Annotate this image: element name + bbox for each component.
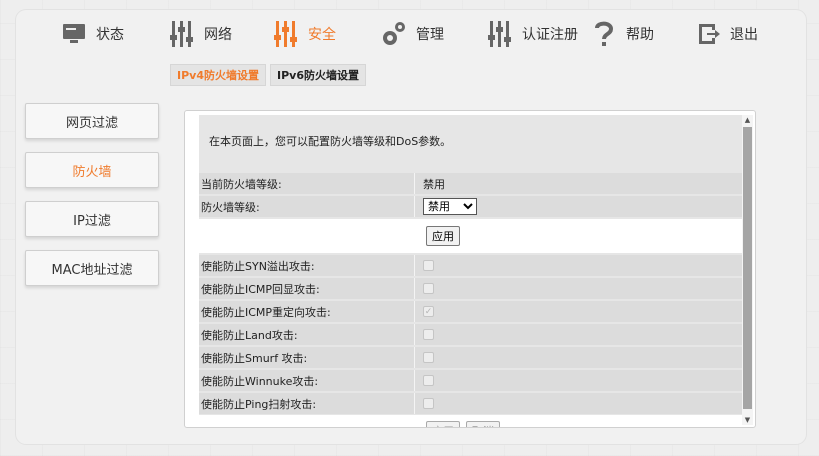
gears-icon bbox=[380, 19, 408, 49]
dos-option-row: 使能防止ICMP重定向攻击: ✓ bbox=[199, 301, 743, 322]
apply-button[interactable]: 应用 bbox=[426, 226, 460, 246]
level-label: 防火墙等级: bbox=[201, 196, 415, 217]
nav-manage-label: 管理 bbox=[416, 27, 444, 43]
dos-option-checkbox[interactable] bbox=[423, 398, 434, 409]
dos-option-row: 使能防止Smurf 攻击: bbox=[199, 347, 743, 368]
dos-option-checkbox[interactable] bbox=[423, 352, 434, 363]
bottom-apply-button[interactable]: 应用 bbox=[426, 421, 460, 427]
nav-auth[interactable]: 认证注册 bbox=[486, 14, 578, 54]
nav-logout[interactable]: 退出 bbox=[694, 14, 758, 54]
scroll-down-icon[interactable]: ▼ bbox=[743, 415, 752, 425]
nav-network[interactable]: 网络 bbox=[168, 14, 232, 54]
dos-option-checkbox[interactable] bbox=[423, 283, 434, 294]
dos-option-label: 使能防止Winnuke攻击: bbox=[201, 370, 415, 391]
nav-logout-label: 退出 bbox=[730, 27, 758, 43]
sidebar-item-ip-filter[interactable]: IP过滤 bbox=[25, 201, 159, 237]
dos-option-label: 使能防止ICMP重定向攻击: bbox=[201, 301, 415, 322]
sidebar-item-firewall[interactable]: 防火墙 bbox=[25, 152, 159, 188]
bottom-button-row: 应用 取消 bbox=[199, 415, 743, 427]
dos-option-label: 使能防止SYN溢出攻击: bbox=[201, 255, 415, 276]
nav-help[interactable]: 帮助 bbox=[590, 14, 654, 54]
bottom-cancel-button[interactable]: 取消 bbox=[466, 421, 500, 427]
apply-row: 应用 bbox=[199, 219, 743, 253]
dos-option-checkbox[interactable] bbox=[423, 375, 434, 386]
dos-option-row: 使能防止Ping扫射攻击: bbox=[199, 393, 743, 414]
page-description: 在本页面上，您可以配置防火墙等级和DoS参数。 bbox=[209, 135, 452, 148]
dos-option-checkbox[interactable]: ✓ bbox=[423, 306, 434, 317]
dos-option-row: 使能防止SYN溢出攻击: bbox=[199, 255, 743, 276]
exit-icon bbox=[694, 19, 722, 49]
monitor-icon bbox=[60, 19, 88, 49]
current-level-row: 当前防火墙等级: 禁用 bbox=[199, 173, 743, 194]
top-nav: 状态 网络 安全 管理 认证注册 帮助 退出 bbox=[60, 14, 780, 54]
nav-status[interactable]: 状态 bbox=[60, 14, 124, 54]
nav-security[interactable]: 安全 bbox=[272, 14, 336, 54]
dos-option-label: 使能防止ICMP回显攻击: bbox=[201, 278, 415, 299]
dos-option-checkbox[interactable] bbox=[423, 329, 434, 340]
vertical-scrollbar[interactable]: ▲ ▼ bbox=[742, 115, 753, 425]
dos-option-checkbox[interactable] bbox=[423, 260, 434, 271]
level-row: 防火墙等级: 禁用 bbox=[199, 196, 743, 217]
tab-ipv4-firewall[interactable]: IPv4防火墙设置 bbox=[170, 64, 266, 86]
current-level-value: 禁用 bbox=[423, 177, 445, 191]
nav-auth-label: 认证注册 bbox=[522, 27, 578, 43]
nav-security-label: 安全 bbox=[308, 27, 336, 43]
firewall-level-select[interactable]: 禁用 bbox=[423, 198, 477, 215]
scroll-thumb[interactable] bbox=[743, 127, 752, 409]
dos-option-row: 使能防止Land攻击: bbox=[199, 324, 743, 345]
dos-option-row: 使能防止Winnuke攻击: bbox=[199, 370, 743, 391]
sliders-icon bbox=[168, 19, 196, 49]
nav-status-label: 状态 bbox=[96, 27, 124, 43]
tab-ipv6-firewall[interactable]: IPv6防火墙设置 bbox=[270, 64, 366, 86]
dos-option-label: 使能防止Smurf 攻击: bbox=[201, 347, 415, 368]
nav-network-label: 网络 bbox=[204, 27, 232, 43]
scroll-up-icon[interactable]: ▲ bbox=[743, 115, 752, 125]
sidebar-item-mac-filter[interactable]: MAC地址过滤 bbox=[25, 250, 159, 286]
sidebar-item-web-filter[interactable]: 网页过滤 bbox=[25, 103, 159, 139]
question-icon bbox=[590, 19, 618, 49]
nav-manage[interactable]: 管理 bbox=[380, 14, 444, 54]
content-inner: 在本页面上，您可以配置防火墙等级和DoS参数。 当前防火墙等级: 禁用 防火墙等… bbox=[199, 115, 743, 427]
sliders-icon bbox=[272, 19, 300, 49]
nav-help-label: 帮助 bbox=[626, 27, 654, 43]
dos-option-label: 使能防止Ping扫射攻击: bbox=[201, 393, 415, 414]
current-level-label: 当前防火墙等级: bbox=[201, 173, 415, 194]
content-panel: 在本页面上，您可以配置防火墙等级和DoS参数。 当前防火墙等级: 禁用 防火墙等… bbox=[184, 110, 756, 428]
dos-option-row: 使能防止ICMP回显攻击: bbox=[199, 278, 743, 299]
dos-option-label: 使能防止Land攻击: bbox=[201, 324, 415, 345]
sliders-icon bbox=[486, 19, 514, 49]
